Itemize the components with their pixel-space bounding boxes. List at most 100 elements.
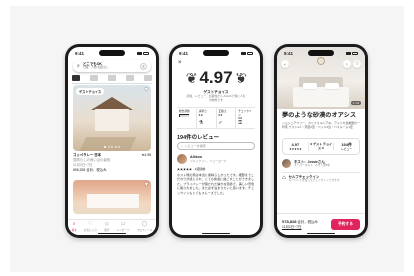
- listing-stats: 4.97 ★★★★★ ❦ ゲスト チョイス ❦ 194件 レビュー: [282, 138, 360, 155]
- dynamic-island: [308, 50, 334, 56]
- messages-icon: ▭: [120, 220, 126, 227]
- status-icons: [345, 51, 358, 55]
- status-time: 9:41: [284, 50, 294, 56]
- host-row[interactable]: ホスト：Jessieさん スーパーホスト · ホスト歴8年: [282, 159, 360, 173]
- listing-photo-2[interactable]: ♥: [73, 180, 151, 214]
- review-search-placeholder: レビューを検索: [184, 144, 206, 148]
- reviews-screen: 9:41 × ❦ 4.97 ❦ ゲストチョイス 評価、レビュー、信頼性から Ai…: [172, 47, 260, 235]
- category-ratings: 総合評価 清潔さ 4.9 ⚗ 正確さ 5.0 ✓ チェックイン 5.0 ⚿: [177, 107, 255, 129]
- price-info: ¥78,828 合計，税込み 11月2日~7日: [282, 219, 318, 229]
- home-indicator: [202, 232, 230, 234]
- share-icon: ↑: [345, 61, 349, 67]
- category-accuracy: 正確さ 5.0 ✓: [217, 108, 237, 128]
- phone-listing-detail: 1 / 24 9:41 ‹ ↑ ♡ 夢のような砂漠のオアシス ジョシュアツリー，…: [274, 44, 368, 238]
- tab-messages[interactable]: ▭ メッセージ: [116, 220, 130, 232]
- photo-pillow: [325, 83, 339, 89]
- feature-self-checkin: ⌂ セルフチェックイン キーパッドを使ってチェックインできます: [282, 175, 360, 183]
- price-amount: ¥78,828: [282, 219, 297, 225]
- home-indicator: [98, 232, 126, 234]
- tab-wishlists[interactable]: ♡ お気に入り: [84, 220, 97, 232]
- search-bar[interactable]: ⌕ どこでもOK 日程・人数 指定なし ≡: [73, 60, 151, 72]
- tab-trips[interactable]: ◇ 旅行: [104, 220, 110, 232]
- tab-label: メッセージ: [116, 228, 130, 232]
- trips-icon: ◇: [104, 220, 109, 227]
- reviews-title: 194件のレビュー: [177, 135, 220, 141]
- image-counter: 1 / 24: [350, 101, 361, 105]
- listing-subtitle: ジョシュアツリー，カリフォルニア州，アメリカ合衆国の一軒家 ゲスト4人・寝室2室…: [282, 121, 360, 129]
- search-icon: ⌕: [72, 220, 76, 227]
- laurel-right-icon: ❦: [321, 145, 325, 150]
- photo-dots: [73, 146, 151, 148]
- guest-favorite-badge: ゲストチョイス: [76, 88, 105, 95]
- reviewer: Allison ブルックリン，ニューヨーク: [177, 154, 255, 164]
- category-item[interactable]: [144, 75, 152, 81]
- status-time: 9:41: [75, 50, 85, 56]
- photo-bed: [293, 87, 349, 107]
- review-search-input[interactable]: ⌕ レビューを検索: [177, 142, 255, 150]
- booking-bar: ¥78,828 合計，税込み 11月2日~7日 予約する: [277, 213, 365, 235]
- stat-guest-favorite: ❦ ゲスト チョイス ❦: [309, 141, 335, 151]
- stat-label: ★★★★★: [289, 146, 302, 151]
- listing-info[interactable]: コッペラレー 日本 ★4.98 見晴らしの良い山の景色 11月2日~7日 ¥56…: [73, 153, 151, 173]
- key-icon: ⚿: [238, 119, 243, 126]
- tab-label: 旅行: [104, 228, 110, 232]
- category-bar: [72, 75, 152, 84]
- overall-rating: ❦ 4.97 ❦: [172, 69, 260, 86]
- photo-house: [95, 109, 129, 131]
- rating-value: 4.97: [199, 68, 233, 87]
- status-icons: [240, 51, 253, 55]
- listing-title: 夢のような砂漠のオアシス: [282, 112, 357, 119]
- laurel-left-icon: ❦: [310, 141, 313, 146]
- stat-reviews[interactable]: 194件 レビュー: [334, 142, 359, 151]
- heart-icon[interactable]: ♥: [144, 87, 148, 93]
- category-score: 4.9: [198, 113, 203, 117]
- phone-reviews: 9:41 × ❦ 4.97 ❦ ゲストチョイス 評価、レビュー、信頼性から Ai…: [169, 44, 263, 238]
- heart-icon[interactable]: ♥: [144, 182, 148, 188]
- guest-favorite-desc: 評価、レビュー、信頼性から Airbnbで特に人気の物件です: [186, 94, 246, 102]
- category-item[interactable]: [126, 75, 134, 81]
- category-score: 5.0: [218, 113, 223, 117]
- heart-icon: ♡: [88, 220, 93, 227]
- share-button[interactable]: ↑: [343, 60, 351, 68]
- category-item[interactable]: [108, 75, 116, 81]
- tab-explore[interactable]: ⌕ 探す: [72, 220, 77, 232]
- stat-label: レビュー: [341, 146, 353, 151]
- search-icon: ⌕: [77, 63, 80, 69]
- background-stage: 9:41 ⌕ どこでもOK 日程・人数 指定なし ≡ ゲストチョイス ♥ コッペ…: [10, 6, 404, 272]
- filter-button[interactable]: ≡: [140, 62, 147, 70]
- listing-photo[interactable]: ゲストチョイス ♥: [73, 85, 151, 151]
- listing-price: ¥56,535 合計，税込み: [73, 167, 107, 172]
- photo-pillow: [303, 83, 317, 89]
- price-unit: 合計，税込み: [297, 220, 318, 225]
- chevron-left-icon: ‹: [284, 61, 286, 67]
- tab-label: プロフィール: [136, 228, 153, 232]
- listing-detail-screen: 1 / 24 9:41 ‹ ↑ ♡ 夢のような砂漠のオアシス ジョシュアツリー，…: [277, 47, 365, 235]
- check-icon: ✓: [218, 119, 223, 126]
- dynamic-island: [99, 50, 125, 56]
- explore-screen: 9:41 ⌕ どこでもOK 日程・人数 指定なし ≡ ゲストチョイス ♥ コッペ…: [68, 47, 156, 235]
- save-button[interactable]: ♡: [353, 60, 361, 68]
- search-text: どこでもOK 日程・人数 指定なし: [83, 62, 109, 69]
- phone-explore: 9:41 ⌕ どこでもOK 日程・人数 指定なし ≡ ゲストチョイス ♥ コッペ…: [65, 44, 159, 238]
- reserve-button[interactable]: 予約する: [330, 219, 360, 230]
- status-time: 9:41: [179, 50, 189, 56]
- laurel-left-icon: ❦: [185, 69, 198, 86]
- home-indicator: [307, 232, 335, 234]
- review-body: ホスト様の家は本当に素晴らしかったです。細部までこだわりが感じられ、とても快適に…: [177, 173, 255, 195]
- close-icon[interactable]: ×: [178, 60, 182, 66]
- photo-house-2: [87, 194, 139, 208]
- laurel-right-icon: ❦: [234, 69, 247, 86]
- category-checkin: チェックイン 5.0 ⚿: [236, 108, 255, 128]
- status-icons: [136, 51, 149, 55]
- back-button[interactable]: ‹: [281, 60, 289, 68]
- profile-icon: ◯: [141, 220, 148, 227]
- photo-path: [79, 137, 137, 151]
- search-icon: ⌕: [181, 144, 183, 148]
- tab-profile[interactable]: ◯ プロフィール: [136, 220, 153, 232]
- category-item[interactable]: [72, 75, 80, 81]
- price-dates[interactable]: 11月2日~7日: [282, 225, 301, 229]
- avatar: [177, 154, 187, 164]
- dynamic-island: [203, 50, 229, 56]
- reviewer-location: ブルックリン，ニューヨーク: [190, 159, 227, 164]
- category-item[interactable]: [90, 75, 98, 81]
